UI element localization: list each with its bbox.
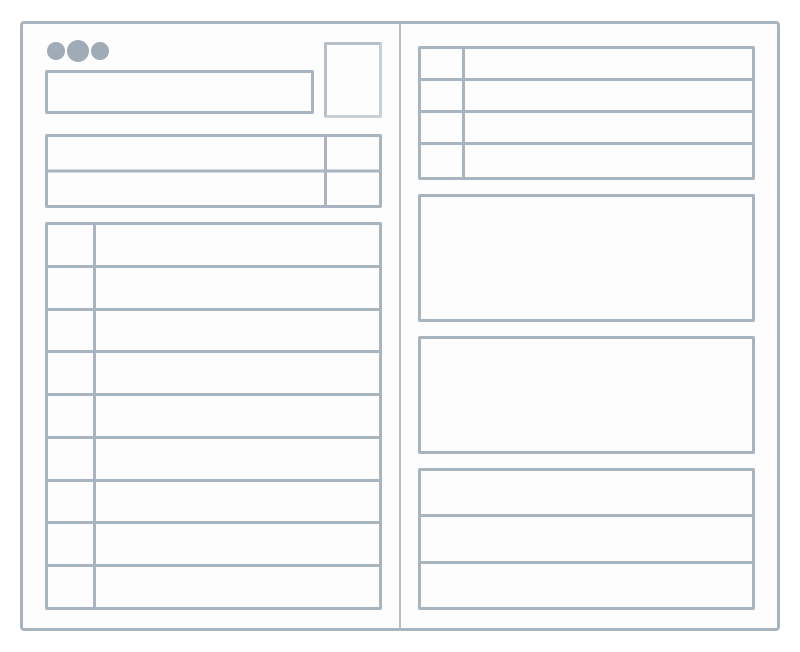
table-cell [48,225,96,265]
resume-document [20,21,780,631]
table-row [421,49,752,81]
table-row [421,81,752,113]
appeal-block [418,336,755,454]
personal-info-block [45,134,382,208]
table-row [48,396,379,439]
table-cell [48,524,96,564]
table-row [48,482,379,525]
table-row [48,311,379,354]
requests-table [418,468,755,610]
table-cell [48,396,96,436]
title-area [45,42,324,114]
table-row [421,145,752,177]
table-row [48,268,379,311]
right-page [400,24,777,628]
photo-placeholder [324,42,382,118]
name-field [45,70,314,114]
table-cell [48,439,96,479]
table-cell [96,396,379,436]
table-cell [96,524,379,564]
table-cell [48,268,96,308]
table-cell [96,439,379,479]
table-cell [48,567,96,607]
table-cell [421,49,465,78]
table-cell [48,482,96,522]
table-row [48,567,379,607]
table-row [421,564,752,607]
table-row [48,353,379,396]
title-glyph [67,40,89,62]
document-title [45,42,324,62]
table-cell [48,353,96,393]
table-row [421,113,752,145]
title-glyph [47,42,65,60]
title-glyph [91,42,109,60]
table-cell [96,353,379,393]
table-row [48,225,379,268]
table-row [421,517,752,563]
table-cell [96,567,379,607]
page-spine [399,24,401,628]
header-row [45,42,382,120]
qualifications-table [418,46,755,180]
table-row [48,439,379,482]
table-cell [421,145,465,177]
motivation-block [418,194,755,322]
table-cell [48,311,96,351]
table-cell [96,225,379,265]
table-row [48,524,379,567]
table-row [421,471,752,517]
history-table [45,222,382,610]
table-cell [421,81,465,110]
table-cell [96,268,379,308]
left-page [23,24,400,628]
table-cell [96,311,379,351]
table-cell [96,482,379,522]
table-cell [421,113,465,142]
